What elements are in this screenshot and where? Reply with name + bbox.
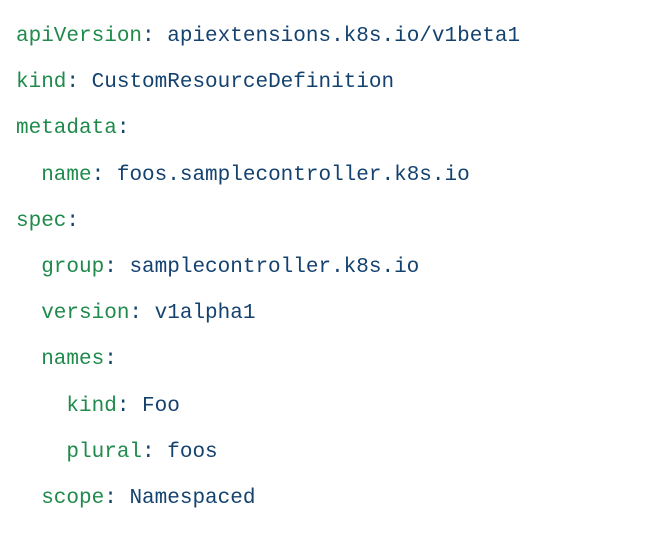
yaml-key: group	[41, 256, 104, 279]
code-line: plural: foos	[16, 430, 635, 476]
code-line: name: foos.samplecontroller.k8s.io	[16, 153, 635, 199]
colon: :	[104, 256, 129, 279]
yaml-key: apiVersion	[16, 25, 142, 48]
yaml-value: v1alpha1	[155, 302, 256, 325]
yaml-key: name	[41, 164, 91, 187]
code-line: spec:	[16, 199, 635, 245]
colon: :	[92, 164, 117, 187]
colon: :	[104, 487, 129, 510]
colon: :	[117, 395, 142, 418]
colon: :	[66, 71, 91, 94]
yaml-code-block: apiVersion: apiextensions.k8s.io/v1beta1…	[16, 14, 635, 522]
colon: :	[66, 210, 79, 233]
code-line: scope: Namespaced	[16, 476, 635, 522]
yaml-key: spec	[16, 210, 66, 233]
yaml-value: samplecontroller.k8s.io	[129, 256, 419, 279]
yaml-key: kind	[16, 71, 66, 94]
code-line: metadata:	[16, 106, 635, 152]
colon: :	[142, 441, 167, 464]
colon: :	[117, 117, 130, 140]
yaml-key: metadata	[16, 117, 117, 140]
yaml-value: foos	[167, 441, 217, 464]
code-line: apiVersion: apiextensions.k8s.io/v1beta1	[16, 14, 635, 60]
colon: :	[104, 348, 117, 371]
yaml-key: names	[41, 348, 104, 371]
yaml-key: plural	[66, 441, 142, 464]
yaml-value: CustomResourceDefinition	[92, 71, 394, 94]
yaml-key: version	[41, 302, 129, 325]
code-line: kind: Foo	[16, 384, 635, 430]
code-line: kind: CustomResourceDefinition	[16, 60, 635, 106]
yaml-key: kind	[66, 395, 116, 418]
code-line: version: v1alpha1	[16, 291, 635, 337]
code-line: names:	[16, 337, 635, 383]
yaml-value: foos.samplecontroller.k8s.io	[117, 164, 470, 187]
code-line: group: samplecontroller.k8s.io	[16, 245, 635, 291]
yaml-value: apiextensions.k8s.io/v1beta1	[167, 25, 520, 48]
colon: :	[129, 302, 154, 325]
yaml-value: Foo	[142, 395, 180, 418]
yaml-value: Namespaced	[129, 487, 255, 510]
colon: :	[142, 25, 167, 48]
yaml-key: scope	[41, 487, 104, 510]
